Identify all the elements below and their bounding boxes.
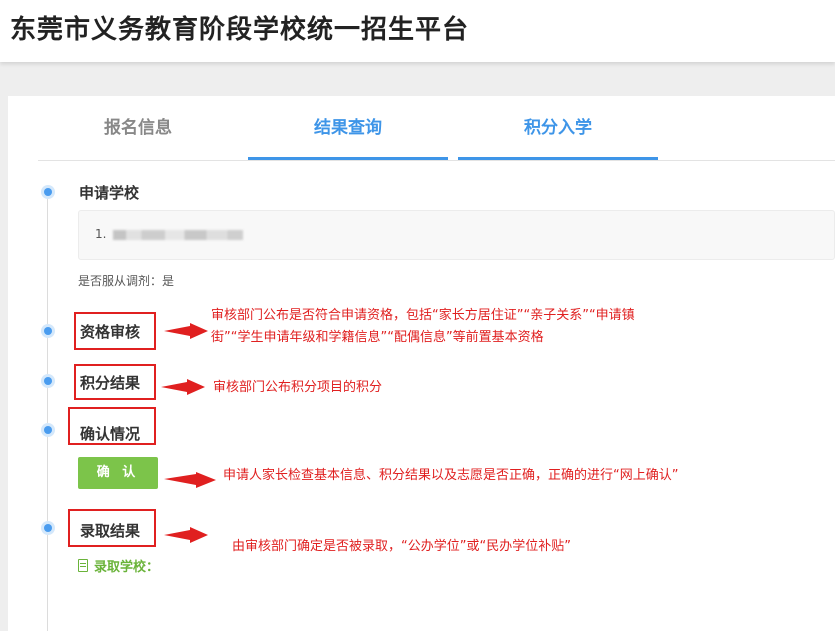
admitted-school-label: 录取学校：: [94, 560, 160, 575]
confirm-button[interactable]: 确 认: [78, 457, 158, 489]
blurred-school-name: [113, 230, 243, 240]
page-title: 东莞市义务教育阶段学校统一招生平台: [10, 15, 470, 45]
tab-registration-info[interactable]: 报名信息: [48, 96, 228, 160]
apply-school-label: 申请学校: [79, 184, 140, 202]
annotation-review-1: 审核部门公布是否符合申请资格，包括“家长方居住证”“亲子关系”“申请镇: [211, 308, 635, 323]
annotation-confirm: 申请人家长检查基本信息、积分结果以及志愿是否正确，正确的进行“网上确认”: [223, 468, 679, 483]
annotation-points: 审核部门公布积分项目的积分: [213, 380, 383, 395]
app-header: 东莞市义务教育阶段学校统一招生平台: [0, 0, 835, 62]
tab-points-admission[interactable]: 积分入学: [458, 96, 658, 160]
annotation-admission: 由审核部门确定是否被录取，“公办学位”或“民办学位补贴”: [232, 539, 571, 554]
admission-label: 录取结果: [80, 522, 141, 540]
timeline-dot-admission: [41, 521, 55, 535]
admitted-school-row: 录取学校：: [78, 556, 159, 575]
arrow-icon: [161, 379, 205, 395]
points-label: 积分结果: [80, 374, 141, 392]
arrow-icon: [164, 527, 208, 543]
review-label: 资格审核: [80, 323, 141, 341]
adjust-status: 是否服从调剂：是: [78, 274, 175, 288]
timeline-dot-review: [41, 324, 55, 338]
results-panel: 报名信息 结果查询 积分入学 申请学校 1. 是否服从调剂：是 资格审核 审核部…: [8, 96, 835, 631]
school-item: 1.: [95, 227, 107, 241]
school-list-box: 1.: [78, 210, 835, 260]
timeline-dot-apply: [41, 185, 55, 199]
timeline-dot-points: [41, 374, 55, 388]
confirm-label: 确认情况: [80, 425, 141, 443]
arrow-icon: [164, 472, 216, 488]
arrow-icon: [164, 323, 208, 339]
timeline-dot-confirm: [41, 423, 55, 437]
tab-result-query[interactable]: 结果查询: [248, 96, 448, 160]
timeline-line: [47, 192, 48, 631]
annotation-review-2: 街”“学生申请年级和学籍信息”“配偶信息”等前置基本资格: [211, 330, 544, 345]
tab-divider: [38, 160, 835, 161]
document-icon: [78, 559, 88, 572]
